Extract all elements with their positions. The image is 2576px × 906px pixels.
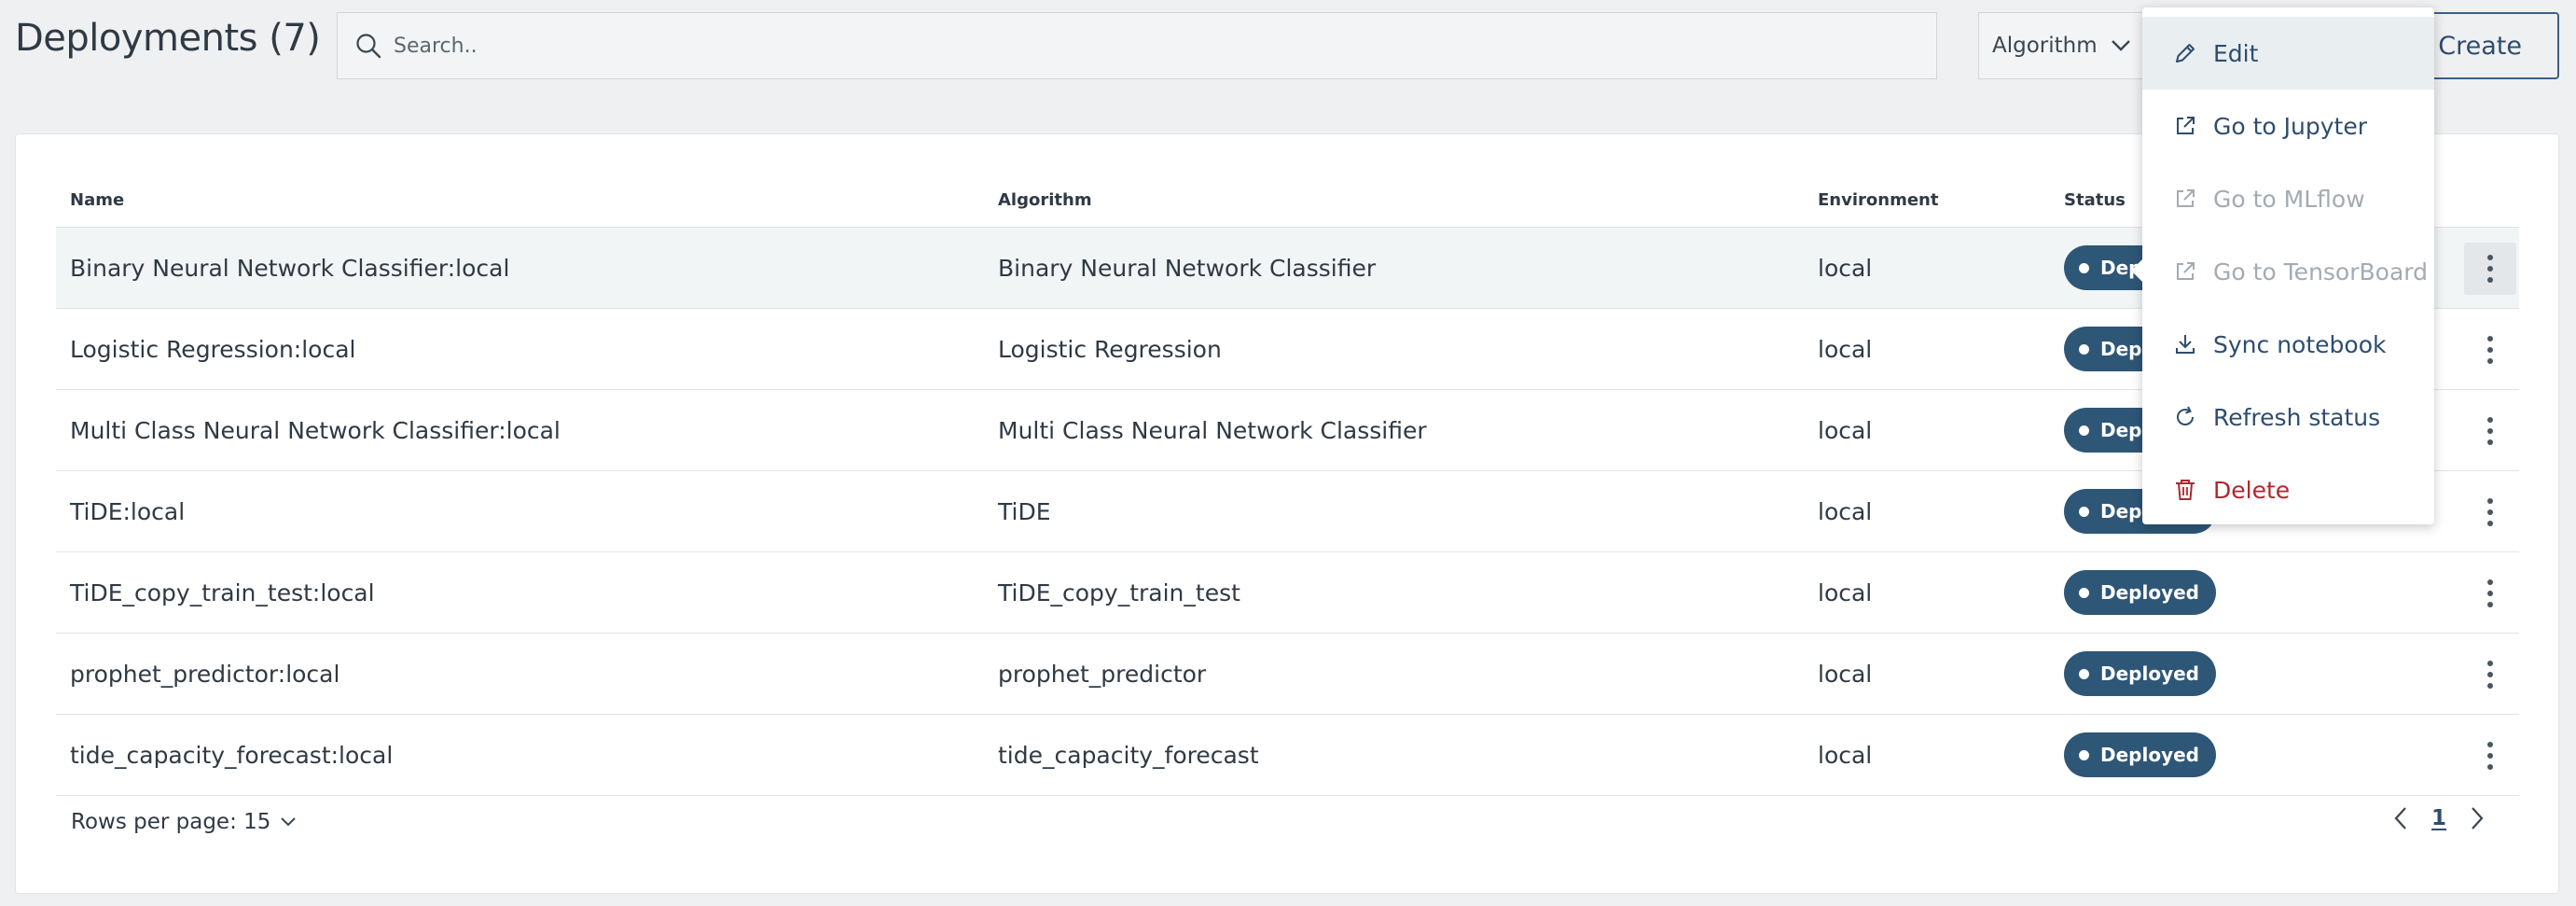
menu-item-label: Go to MLflow — [2213, 185, 2365, 213]
row-actions-button[interactable] — [2464, 243, 2516, 295]
menu-item-label: Go to TensorBoard — [2213, 258, 2428, 286]
row-actions-button[interactable] — [2464, 324, 2516, 376]
row-name: tide_capacity_forecast:local — [70, 741, 394, 769]
refresh-icon — [2172, 404, 2198, 430]
menu-item-edit[interactable]: Edit — [2142, 17, 2434, 90]
menu-item-label: Refresh status — [2213, 403, 2381, 431]
status-dot-icon — [2079, 587, 2089, 598]
row-actions-button[interactable] — [2464, 567, 2516, 620]
external-link-icon — [2172, 258, 2198, 285]
trash-icon — [2172, 477, 2198, 503]
chevron-down-icon — [280, 816, 297, 828]
row-algorithm: Multi Class Neural Network Classifier — [998, 416, 1427, 444]
status-label: Deployed — [2100, 662, 2199, 685]
status-dot-icon — [2079, 749, 2089, 760]
table-row[interactable]: tide_capacity_forecast:local tide_capaci… — [56, 715, 2519, 796]
row-algorithm: prophet_predictor — [998, 660, 1207, 688]
row-algorithm: Binary Neural Network Classifier — [998, 254, 1377, 282]
status-badge: Deployed — [2064, 732, 2216, 777]
menu-item-go-to-jupyter[interactable]: Go to Jupyter — [2142, 90, 2434, 162]
menu-item-label: Go to Jupyter — [2213, 112, 2368, 140]
page-number-current[interactable]: 1 — [2431, 806, 2446, 830]
row-actions-button[interactable] — [2464, 405, 2516, 457]
row-name: Logistic Regression:local — [70, 335, 356, 363]
column-header-status[interactable]: Status — [2064, 190, 2126, 210]
menu-item-label: Edit — [2213, 39, 2259, 67]
column-header-algorithm[interactable]: Algorithm — [998, 190, 1092, 210]
row-environment: local — [1818, 741, 1873, 769]
status-dot-icon — [2079, 425, 2089, 436]
row-algorithm: tide_capacity_forecast — [998, 741, 1259, 769]
search-box[interactable] — [337, 12, 1937, 79]
row-status: Deployed — [2064, 634, 2216, 714]
row-name: Multi Class Neural Network Classifier:lo… — [70, 416, 561, 444]
chevron-down-icon — [2111, 39, 2131, 52]
row-algorithm: TiDE_copy_train_test — [998, 578, 1240, 606]
status-dot-icon — [2079, 506, 2089, 517]
menu-item-go-to-mlflow[interactable]: Go to MLflow — [2142, 162, 2434, 235]
row-environment: local — [1818, 660, 1873, 688]
row-actions-button[interactable] — [2464, 648, 2516, 701]
row-name: Binary Neural Network Classifier:local — [70, 254, 510, 282]
row-algorithm: TiDE — [998, 497, 1051, 525]
kebab-menu-icon — [2487, 336, 2493, 364]
table-row[interactable]: prophet_predictor:local prophet_predicto… — [56, 634, 2519, 715]
row-status: Deployed — [2064, 552, 2216, 633]
status-dot-icon — [2079, 343, 2089, 355]
status-dot-icon — [2079, 262, 2089, 273]
download-icon — [2172, 331, 2198, 357]
row-status: Deployed — [2064, 715, 2216, 795]
algorithm-filter-dropdown[interactable]: Algorithm — [1978, 12, 2146, 79]
kebab-menu-icon — [2487, 498, 2493, 526]
row-environment: local — [1818, 416, 1873, 444]
row-environment: local — [1818, 335, 1873, 363]
status-label: Deployed — [2100, 581, 2199, 604]
search-input[interactable] — [394, 34, 1886, 58]
table-row[interactable]: TiDE_copy_train_test:local TiDE_copy_tra… — [56, 552, 2519, 634]
pagination: 1 — [2394, 806, 2484, 830]
menu-item-go-to-tensorboard[interactable]: Go to TensorBoard — [2142, 235, 2434, 308]
next-page-button[interactable] — [2471, 806, 2484, 830]
row-algorithm: Logistic Regression — [998, 335, 1222, 363]
row-actions-menu: Edit Go to Jupyter Go to MLflow Go to Te… — [2131, 7, 2434, 526]
kebab-menu-icon — [2487, 255, 2493, 283]
kebab-menu-icon — [2487, 417, 2493, 445]
menu-item-label: Delete — [2213, 476, 2291, 504]
menu-item-sync-notebook[interactable]: Sync notebook — [2142, 308, 2434, 381]
row-actions-button[interactable] — [2464, 730, 2516, 782]
status-badge: Deployed — [2064, 570, 2216, 615]
column-header-name[interactable]: Name — [70, 190, 124, 210]
row-environment: local — [1818, 254, 1873, 282]
column-header-environment[interactable]: Environment — [1818, 190, 1938, 210]
pencil-icon — [2172, 40, 2198, 66]
kebab-menu-icon — [2487, 742, 2493, 770]
page-title: Deployments (7) — [15, 17, 321, 60]
rows-per-page-select[interactable]: Rows per page: 15 — [71, 810, 297, 834]
algorithm-filter-label: Algorithm — [1992, 34, 2098, 58]
row-name: TiDE_copy_train_test:local — [70, 578, 375, 606]
row-environment: local — [1818, 578, 1873, 606]
row-environment: local — [1818, 497, 1873, 525]
menu-item-refresh-status[interactable]: Refresh status — [2142, 381, 2434, 453]
previous-page-button[interactable] — [2394, 806, 2407, 830]
menu-item-label: Sync notebook — [2213, 330, 2387, 358]
status-label: Deployed — [2100, 744, 2199, 766]
rows-per-page-label: Rows per page: 15 — [71, 810, 271, 834]
menu-item-delete[interactable]: Delete — [2142, 453, 2434, 526]
status-badge: Deployed — [2064, 651, 2216, 696]
kebab-menu-icon — [2487, 579, 2493, 607]
kebab-menu-icon — [2487, 661, 2493, 689]
status-dot-icon — [2079, 668, 2089, 679]
external-link-icon — [2172, 186, 2198, 212]
row-name: TiDE:local — [70, 497, 186, 525]
menu-pointer — [2131, 259, 2142, 282]
row-actions-button[interactable] — [2464, 486, 2516, 538]
search-icon — [354, 32, 382, 60]
external-link-icon — [2172, 113, 2198, 139]
row-name: prophet_predictor:local — [70, 660, 340, 688]
